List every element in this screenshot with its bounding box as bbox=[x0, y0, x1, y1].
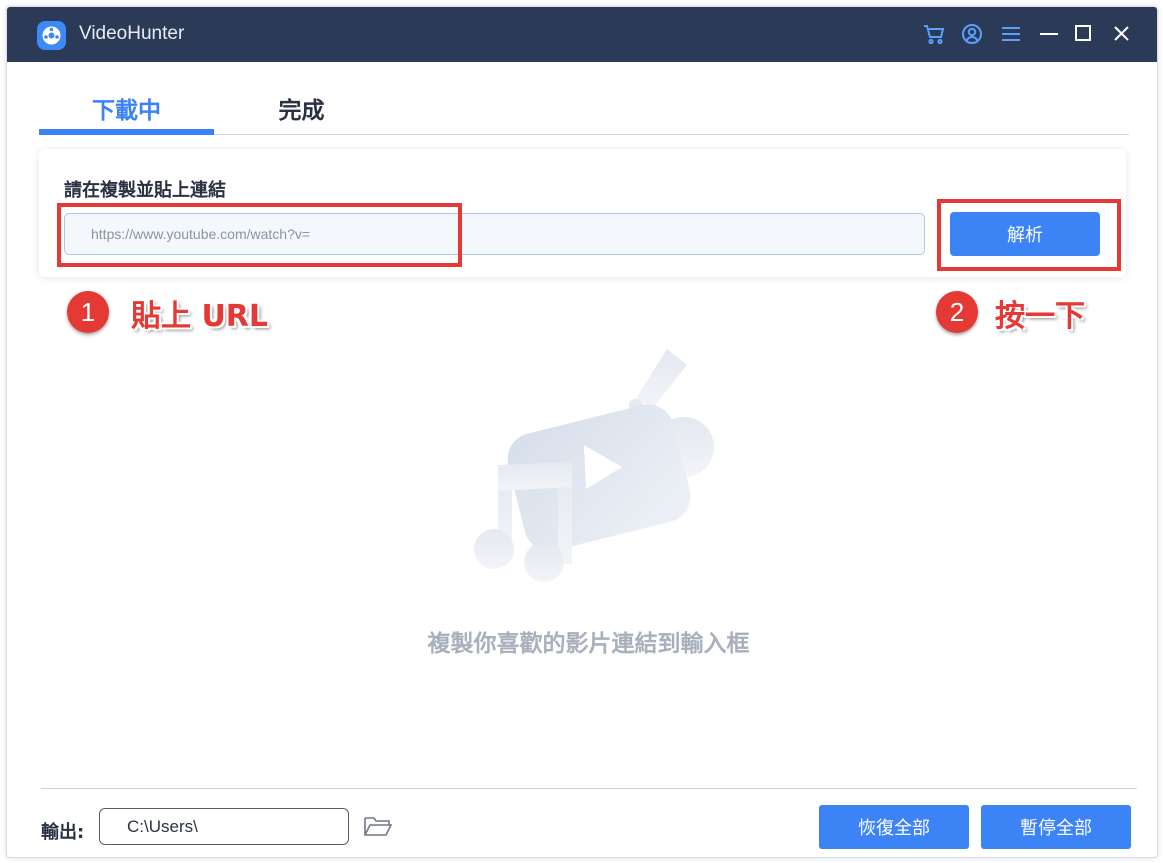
account-icon[interactable] bbox=[959, 21, 985, 47]
output-path-field[interactable] bbox=[99, 808, 349, 845]
folder-icon[interactable] bbox=[363, 813, 393, 839]
resume-all-button[interactable]: 恢復全部 bbox=[819, 805, 969, 849]
pause-all-button[interactable]: 暫停全部 bbox=[981, 805, 1131, 849]
parse-button[interactable]: 解析 bbox=[950, 212, 1100, 256]
tab-finished[interactable]: 完成 bbox=[214, 91, 389, 125]
empty-state-message: 複製你喜歡的影片連結到輸入框 bbox=[427, 631, 750, 657]
url-panel-label: 請在複製並貼上連結 bbox=[64, 180, 226, 201]
url-panel: 請在複製並貼上連結 解析 bbox=[39, 149, 1126, 277]
menu-icon[interactable] bbox=[998, 21, 1024, 47]
minimize-icon[interactable] bbox=[1036, 21, 1062, 47]
footer-divider bbox=[41, 788, 1137, 789]
step-1-badge: 1 bbox=[67, 291, 109, 333]
output-label: 輸出: bbox=[41, 822, 85, 843]
url-input[interactable] bbox=[64, 213, 925, 255]
maximize-icon[interactable] bbox=[1070, 21, 1096, 47]
app-window: VideoHunter 下載中 完成 請在複製並貼上連結 https://www… bbox=[6, 6, 1158, 858]
step-1-label: 貼上 URL bbox=[131, 299, 269, 334]
title-bar: VideoHunter bbox=[7, 7, 1157, 62]
empty-state-illustration bbox=[462, 347, 727, 587]
cart-icon[interactable] bbox=[921, 21, 947, 47]
tab-downloading[interactable]: 下載中 bbox=[39, 91, 214, 125]
active-tab-indicator bbox=[39, 129, 214, 135]
tab-bar: 下載中 完成 bbox=[39, 77, 1129, 135]
close-icon[interactable] bbox=[1108, 21, 1134, 47]
step-2-badge: 2 bbox=[936, 291, 978, 333]
app-title: VideoHunter bbox=[79, 23, 185, 44]
step-2-label: 按一下 bbox=[995, 299, 1085, 334]
app-logo-icon bbox=[37, 21, 66, 50]
